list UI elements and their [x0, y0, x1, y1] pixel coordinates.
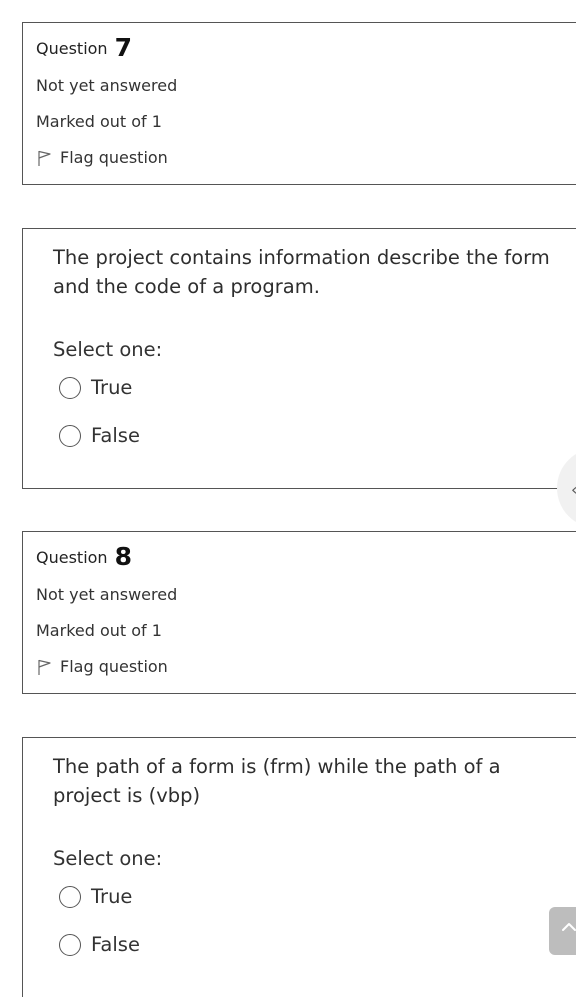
question-grade: Marked out of 1 [36, 621, 162, 640]
question-state: Not yet answered [36, 585, 178, 604]
question-number-7: Question 7 [36, 31, 133, 62]
select-one-prompt: Select one: [53, 338, 163, 361]
option-false[interactable]: False [59, 933, 140, 956]
question-content-8: The path of a form is (frm) while the pa… [22, 737, 576, 997]
question-text: The project contains information describ… [53, 246, 550, 298]
question-grade: Marked out of 1 [36, 112, 162, 131]
chevron-left-icon: ‹ [571, 480, 576, 499]
option-label: True [91, 885, 133, 908]
option-true[interactable]: True [59, 885, 132, 908]
flag-question-link[interactable]: Flag question [36, 148, 168, 167]
question-number: 8 [114, 542, 133, 571]
chevron-up-icon [562, 923, 576, 931]
question-info-7: Question 7 Not yet answered Marked out o… [22, 22, 576, 185]
flag-question-link[interactable]: Flag question [36, 657, 168, 676]
question-number-8: Question 8 [36, 540, 133, 571]
question-content-7: The project contains information describ… [22, 228, 576, 489]
radio-true[interactable] [59, 376, 81, 399]
question-state: Not yet answered [36, 76, 178, 95]
option-true[interactable]: True [59, 376, 132, 399]
flag-icon [36, 149, 52, 167]
option-label: False [91, 424, 140, 447]
radio-true[interactable] [59, 885, 81, 908]
flag-question-label: Flag question [60, 657, 168, 676]
quiz-page: Question 7 Not yet answered Marked out o… [0, 0, 576, 997]
option-label: True [91, 376, 133, 399]
question-label: Question [36, 548, 108, 567]
radio-false[interactable] [59, 424, 81, 447]
option-label: False [91, 933, 140, 956]
question-text: The path of a form is (frm) while the pa… [53, 755, 501, 807]
question-number: 7 [114, 33, 133, 62]
select-one-prompt: Select one: [53, 847, 163, 870]
flag-icon [36, 658, 52, 676]
question-info-8: Question 8 Not yet answered Marked out o… [22, 531, 576, 694]
radio-false[interactable] [59, 933, 81, 956]
option-false[interactable]: False [59, 424, 140, 447]
back-to-top-button[interactable] [549, 907, 576, 955]
flag-question-label: Flag question [60, 148, 168, 167]
question-label: Question [36, 39, 108, 58]
